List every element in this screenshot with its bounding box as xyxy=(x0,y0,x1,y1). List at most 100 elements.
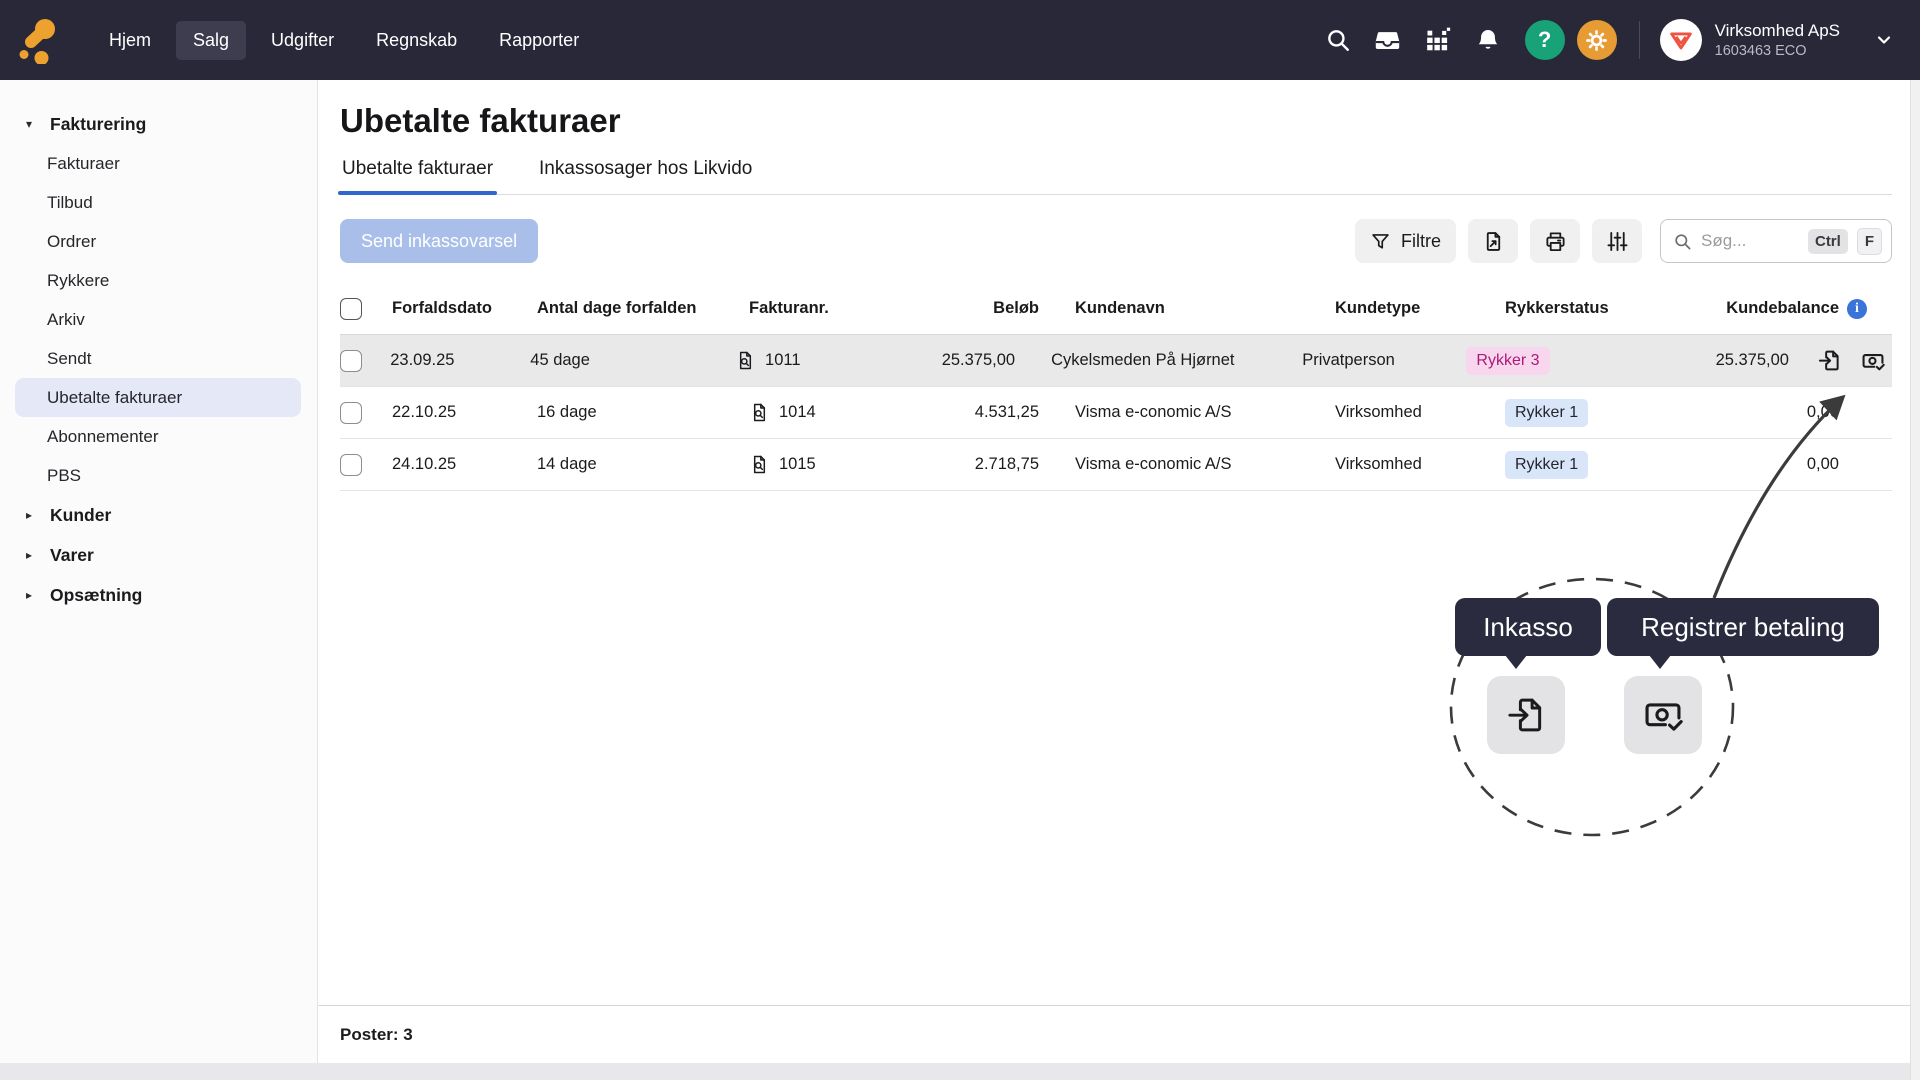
sidebar-item-rykkere[interactable]: Rykkere xyxy=(0,261,317,300)
cell-invoice-no[interactable]: 1011 xyxy=(765,351,800,370)
topbar-divider xyxy=(1639,21,1640,59)
funnel-icon xyxy=(1370,231,1391,252)
table-row[interactable]: 22.10.25 16 dage 1014 4.531,25 Visma e-c… xyxy=(340,387,1892,439)
app-logo[interactable] xyxy=(0,16,78,64)
cell-amount: 4.531,25 xyxy=(929,403,1039,422)
sidebar-section-label: Fakturering xyxy=(50,114,146,135)
file-import-icon xyxy=(1505,694,1547,736)
caret-right-icon: ▸ xyxy=(26,588,38,602)
callout-register-payment-button[interactable] xyxy=(1624,676,1702,754)
cell-days-overdue: 16 dage xyxy=(537,403,749,422)
account-chevron xyxy=(1874,30,1894,50)
callout-inkasso-button[interactable] xyxy=(1487,676,1565,754)
nav-hjem[interactable]: Hjem xyxy=(92,21,168,60)
cell-customer-type: Virksomhed xyxy=(1335,403,1505,422)
shortcut-ctrl-badge: Ctrl xyxy=(1808,229,1848,254)
search-icon xyxy=(1673,232,1692,251)
sidebar-item-arkiv[interactable]: Arkiv xyxy=(0,300,317,339)
inkasso-action-button[interactable] xyxy=(1817,348,1842,373)
caret-down-icon: ▾ xyxy=(26,117,38,131)
vertical-scrollbar[interactable] xyxy=(1910,80,1920,1080)
global-search-button[interactable] xyxy=(1313,18,1363,62)
topbar: Hjem Salg Udgifter Regnskab Rapporter xyxy=(0,0,1920,80)
tooltip-registrer-betaling: Registrer betaling xyxy=(1607,598,1879,656)
column-header-fakturanr[interactable]: Fakturanr. xyxy=(749,299,929,318)
document-search-icon xyxy=(749,454,770,475)
sidebar-section-varer[interactable]: ▸ Varer xyxy=(0,535,317,575)
select-all-checkbox[interactable] xyxy=(340,298,362,320)
document-search-icon xyxy=(749,402,770,423)
cell-invoice-no[interactable]: 1014 xyxy=(779,403,816,422)
column-header-beloeb[interactable]: Beløb xyxy=(929,299,1039,318)
table-row[interactable]: 23.09.25 45 dage 1011 25.375,00 Cykelsme… xyxy=(340,335,1892,387)
visma-logo-icon xyxy=(1666,25,1696,55)
account-menu[interactable]: Virksomhed ApS 1603463 ECO xyxy=(1660,19,1894,61)
column-header-rykkerstatus[interactable]: Rykkerstatus xyxy=(1505,299,1681,318)
column-header-kundebalance[interactable]: Kundebalance i xyxy=(1681,299,1867,319)
column-header-kundetype[interactable]: Kundetype xyxy=(1335,299,1505,318)
reminder-status-badge: Rykker 1 xyxy=(1505,399,1588,427)
nav-udgifter[interactable]: Udgifter xyxy=(254,21,351,60)
tab-inkassosager[interactable]: Inkassosager hos Likvido xyxy=(537,158,754,194)
topbar-right: ? xyxy=(1313,18,1920,62)
inbox-button[interactable] xyxy=(1363,18,1413,62)
sidebar-item-pbs[interactable]: PBS xyxy=(0,456,317,495)
tab-ubetalte-fakturaer[interactable]: Ubetalte fakturaer xyxy=(340,158,495,194)
shortcut-f-badge: F xyxy=(1857,228,1882,255)
column-header-antal-dage[interactable]: Antal dage forfalden xyxy=(537,299,749,318)
sidebar-item-abonnementer[interactable]: Abonnementer xyxy=(0,417,317,456)
account-text: Virksomhed ApS 1603463 ECO xyxy=(1715,21,1840,59)
table-header-row: Forfaldsdato Antal dage forfalden Faktur… xyxy=(340,283,1892,335)
sidebar-item-ubetalte-fakturaer[interactable]: Ubetalte fakturaer xyxy=(15,378,301,417)
sidebar-section-kunder[interactable]: ▸ Kunder xyxy=(0,495,317,535)
page-title: Ubetalte fakturaer xyxy=(340,102,1892,140)
sidebar: ▾ Fakturering Fakturaer Tilbud Ordrer Ry… xyxy=(0,80,318,1063)
cell-invoice-no[interactable]: 1015 xyxy=(779,455,816,474)
cell-customer-balance: 0,00 xyxy=(1681,403,1867,422)
sidebar-section-label: Kunder xyxy=(50,505,111,526)
sidebar-section-fakturering[interactable]: ▾ Fakturering xyxy=(0,104,317,144)
caret-right-icon: ▸ xyxy=(26,548,38,562)
row-checkbox[interactable] xyxy=(340,350,362,372)
print-button[interactable] xyxy=(1530,219,1580,263)
info-icon[interactable]: i xyxy=(1847,299,1867,319)
tooltip-registrer-betaling-label: Registrer betaling xyxy=(1641,612,1845,643)
reminder-status-badge: Rykker 3 xyxy=(1466,347,1549,375)
apps-button[interactable] xyxy=(1413,18,1463,62)
search-input[interactable] xyxy=(1701,231,1799,251)
cash-check-icon xyxy=(1641,693,1685,737)
register-payment-action-button[interactable] xyxy=(1860,348,1886,374)
apps-grid-icon xyxy=(1425,27,1451,53)
invoice-table: Forfaldsdato Antal dage forfalden Faktur… xyxy=(340,283,1892,491)
filter-button[interactable]: Filtre xyxy=(1355,219,1456,263)
cell-customer-type: Privatperson xyxy=(1302,351,1466,370)
row-checkbox[interactable] xyxy=(340,402,362,424)
sidebar-item-ordrer[interactable]: Ordrer xyxy=(0,222,317,261)
sidebar-item-tilbud[interactable]: Tilbud xyxy=(0,183,317,222)
nav-regnskab[interactable]: Regnskab xyxy=(359,21,474,60)
company-number: 1603463 ECO xyxy=(1715,43,1840,59)
notifications-button[interactable] xyxy=(1463,18,1513,62)
cell-due-date: 23.09.25 xyxy=(390,351,530,370)
row-checkbox[interactable] xyxy=(340,454,362,476)
sidebar-section-label: Opsætning xyxy=(50,585,142,606)
table-search: Ctrl F xyxy=(1660,219,1892,263)
tooltip-inkasso: Inkasso xyxy=(1455,598,1601,656)
table-row[interactable]: 24.10.25 14 dage 1015 2.718,75 Visma e-c… xyxy=(340,439,1892,491)
column-header-kundenavn[interactable]: Kundenavn xyxy=(1039,299,1335,318)
nav-salg[interactable]: Salg xyxy=(176,21,246,60)
column-settings-button[interactable] xyxy=(1592,219,1642,263)
cell-amount: 25.375,00 xyxy=(909,351,1015,370)
sidebar-item-sendt[interactable]: Sendt xyxy=(0,339,317,378)
table-footer: Poster: 3 xyxy=(318,1005,1920,1063)
nav-rapporter[interactable]: Rapporter xyxy=(482,21,596,60)
column-header-forfaldsdato[interactable]: Forfaldsdato xyxy=(392,299,537,318)
send-inkassovarsel-button[interactable]: Send inkassovarsel xyxy=(340,219,538,263)
printer-icon xyxy=(1544,230,1567,253)
settings-button[interactable] xyxy=(1577,20,1617,60)
help-button[interactable]: ? xyxy=(1525,20,1565,60)
sidebar-section-opsaetning[interactable]: ▸ Opsætning xyxy=(0,575,317,615)
econ;omic-logo-icon xyxy=(15,16,63,64)
sidebar-item-fakturaer[interactable]: Fakturaer xyxy=(0,144,317,183)
export-button[interactable] xyxy=(1468,219,1518,263)
